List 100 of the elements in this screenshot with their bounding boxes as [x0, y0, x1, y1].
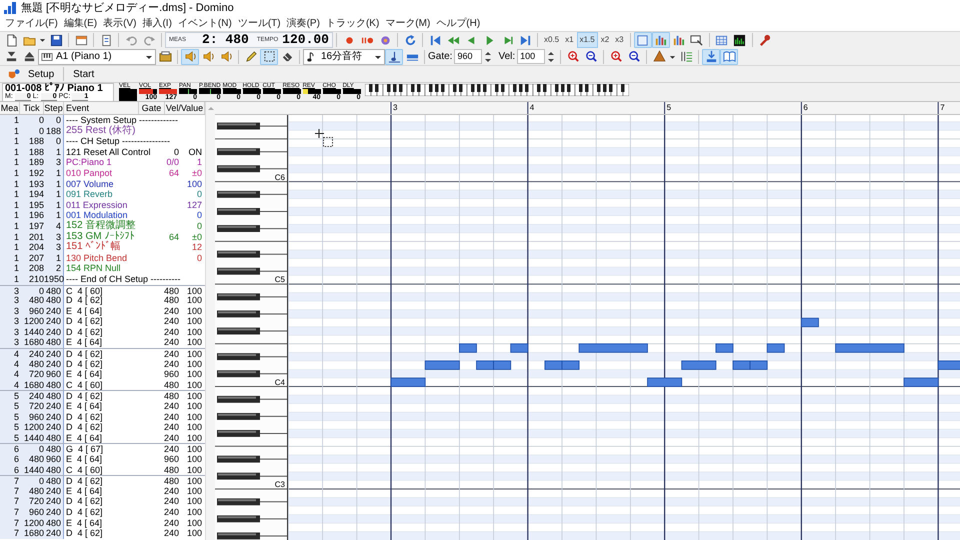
menu-item[interactable]: ツール(T): [234, 17, 284, 30]
table-cell: 197: [20, 220, 44, 232]
track-select[interactable]: A1 (Piano 1): [38, 48, 156, 64]
table-cell: 1950: [44, 274, 64, 284]
table-cell: 195: [20, 200, 44, 210]
table-cell: 4: [44, 220, 64, 232]
note-bar[interactable]: [732, 360, 750, 370]
note-length-select[interactable]: 16分音符: [303, 48, 385, 64]
note-bar[interactable]: [544, 360, 562, 370]
table-cell: 480: [20, 486, 44, 496]
table-cell-text: E 4 [ 64]: [65, 454, 104, 465]
measure-number: 5: [666, 103, 672, 113]
table-cell: 1: [0, 115, 20, 126]
table-cell-text: D 4 [ 62]: [65, 476, 104, 486]
column-header[interactable]: Tick: [20, 102, 44, 114]
selection-icon[interactable]: [260, 48, 278, 64]
table-cell-text: 100: [186, 316, 203, 327]
download-icon[interactable]: [702, 48, 720, 64]
table-cell-text: 480: [162, 464, 179, 476]
table-cell-text: 240: [162, 306, 179, 316]
window-title: 無題 [不明なサビメロディー.dms] - Domino: [21, 1, 234, 15]
table-cell: 6: [0, 464, 20, 476]
note-bar[interactable]: [510, 343, 528, 353]
table-cell-text: ON: [188, 146, 203, 158]
menu-item[interactable]: 編集(E): [60, 17, 100, 30]
speed-button[interactable]: x0.5: [541, 32, 562, 48]
table-cell-text: 151 ﾍﾞﾝﾄﾞ幅: [65, 242, 122, 253]
table-cell-text: 0: [196, 189, 203, 200]
note-bar[interactable]: [562, 360, 580, 370]
menu-item[interactable]: ファイル(F): [2, 17, 61, 30]
table-cell-text: D 4 [ 62]: [65, 496, 104, 507]
window-icon[interactable]: [634, 32, 652, 48]
table-cell: 7: [0, 518, 20, 528]
tempo-value: 120.00: [282, 33, 329, 47]
column-header[interactable]: Step: [44, 102, 64, 114]
menu-item[interactable]: 演奏(P): [284, 17, 323, 30]
velocity-meter: [119, 89, 137, 101]
note-bar[interactable]: [424, 360, 460, 370]
note-bar[interactable]: [459, 343, 477, 353]
speed-button[interactable]: x1: [562, 32, 577, 48]
table-cell-text: ±0: [191, 232, 203, 242]
note-bar[interactable]: [716, 343, 734, 353]
note-bar[interactable]: [766, 343, 785, 353]
table-cell-text: 154 RPN Null: [65, 263, 122, 274]
table-cell: 720: [20, 496, 44, 507]
table-cell: 960: [44, 454, 64, 465]
book-icon[interactable]: [720, 48, 738, 64]
toolbar-button[interactable]: Start: [69, 66, 98, 82]
table-cell-text: 100: [186, 178, 203, 190]
column-header[interactable]: Mea: [0, 102, 20, 114]
piano-keyboard-drawing[interactable]: [215, 114, 288, 540]
table-cell: 1: [0, 220, 20, 232]
table-cell: 4: [0, 380, 20, 390]
note-bar[interactable]: [476, 360, 494, 370]
speaker-icon[interactable]: [181, 48, 199, 64]
table-cell-text: ---- System Setup -------------: [65, 115, 179, 125]
note-bar[interactable]: [578, 343, 648, 353]
toolbar-button[interactable]: Setup: [24, 66, 58, 82]
table-cell-text: ---- End of CH Setup ----------: [65, 274, 182, 284]
column-header[interactable]: Event: [64, 102, 139, 114]
table-cell-text: 240: [162, 518, 179, 528]
note-icon[interactable]: [385, 48, 403, 64]
table-cell-text: E 4 [ 64]: [65, 486, 104, 496]
table-cell-text: 100: [186, 295, 203, 306]
speed-button[interactable]: x1.5: [576, 32, 598, 48]
table-cell: 1: [44, 189, 64, 200]
speed-button[interactable]: x3: [612, 32, 627, 48]
note-bar[interactable]: [835, 343, 904, 353]
note-bar[interactable]: [801, 318, 819, 328]
column-header[interactable]: Gate: [139, 102, 165, 114]
track-name: 001-008 ﾋﾟｱﾉ Piano 1: [5, 84, 104, 93]
table-cell: 1: [0, 263, 20, 274]
menu-item[interactable]: トラック(K): [322, 17, 382, 30]
table-cell: 1: [44, 168, 64, 179]
table-cell: 6: [0, 444, 20, 454]
measure-ruler[interactable]: 3 4 5 6 7: [288, 102, 960, 115]
table-cell: 7: [0, 528, 20, 539]
table-cell: 0: [20, 286, 44, 296]
table-cell-text: D 4 [ 62]: [65, 412, 104, 422]
table-cell-text: 480: [162, 391, 179, 402]
menu-item[interactable]: イベント(N): [174, 17, 235, 30]
menu-item[interactable]: マーク(M): [382, 17, 434, 30]
menu-item[interactable]: 表示(V): [100, 17, 140, 30]
note-bar[interactable]: [493, 360, 512, 370]
menu-item[interactable]: ヘルプ(H): [433, 17, 484, 30]
table-cell-text: 240: [162, 422, 179, 433]
menu-item[interactable]: 挿入(I): [139, 17, 175, 30]
note-bar[interactable]: [750, 360, 768, 370]
gate-field[interactable]: 960: [454, 49, 482, 64]
speed-button[interactable]: x2: [598, 32, 612, 48]
table-cell: 480: [44, 391, 64, 402]
table-cell-text: 010 Panpot: [65, 168, 114, 179]
column-chart-icon[interactable]: [652, 32, 670, 48]
table-cell-text: 100: [186, 444, 203, 454]
vel-field[interactable]: 100: [517, 49, 546, 64]
note-bar[interactable]: [681, 360, 716, 370]
table-cell: 240: [44, 358, 64, 370]
table-cell: 7: [0, 506, 20, 518]
table-cell-text: 100: [186, 464, 203, 476]
measure-number: 4: [530, 103, 534, 113]
